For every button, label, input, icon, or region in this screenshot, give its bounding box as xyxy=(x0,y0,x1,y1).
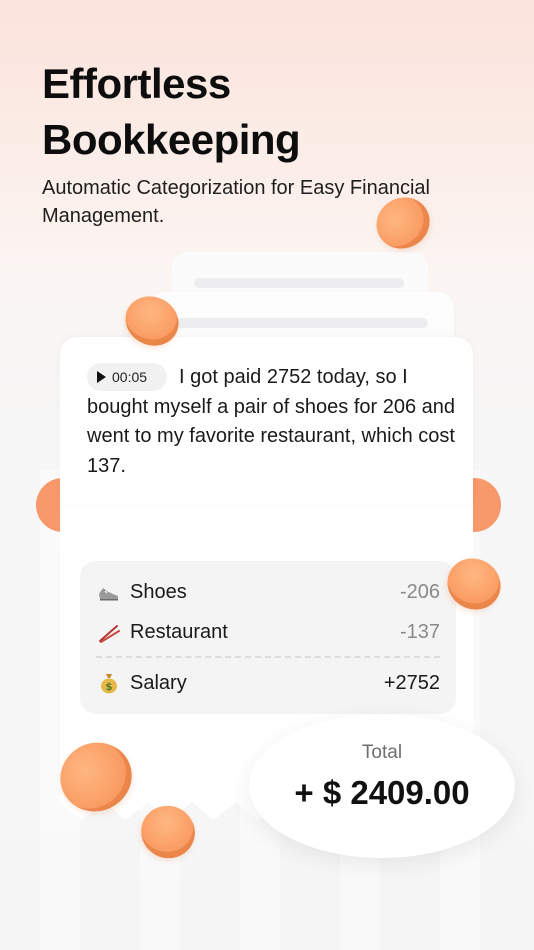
svg-text:$: $ xyxy=(106,682,113,693)
total-value: + $ 2409.00 xyxy=(294,774,470,811)
transaction-row-restaurant[interactable]: Restaurant -137 xyxy=(96,617,440,647)
skeleton-line xyxy=(176,318,428,328)
transaction-label: Shoes xyxy=(130,580,187,603)
hero-title-line1: Effortless xyxy=(42,60,231,107)
shoe-icon xyxy=(96,579,122,605)
voice-message-card: 00:05 I got paid 2752 today, so I bought… xyxy=(60,337,473,504)
transaction-amount: -206 xyxy=(399,580,440,603)
total-bubble: Total + $ 2409.00 xyxy=(249,714,515,858)
hero-title: Effortless Bookkeeping xyxy=(42,56,482,168)
transaction-list: Shoes -206 Restaurant -137 $ Salary +275… xyxy=(80,561,456,714)
transaction-amount: +2752 xyxy=(383,671,440,694)
hero-title-line2: Bookkeeping xyxy=(42,116,301,163)
money-bag-icon: $ xyxy=(96,670,122,696)
chopsticks-icon xyxy=(96,619,122,645)
total-label: Total xyxy=(361,742,403,763)
transaction-label: Salary xyxy=(130,671,187,694)
transaction-label: Restaurant xyxy=(130,620,228,643)
transaction-amount: -137 xyxy=(399,620,440,643)
dashed-divider xyxy=(96,656,440,658)
transaction-row-salary[interactable]: $ Salary +2752 xyxy=(96,668,440,698)
message-text: I got paid 2752 today, so I bought mysel… xyxy=(87,366,456,477)
skeleton-line xyxy=(194,278,404,288)
transaction-row-shoes[interactable]: Shoes -206 xyxy=(96,577,440,607)
